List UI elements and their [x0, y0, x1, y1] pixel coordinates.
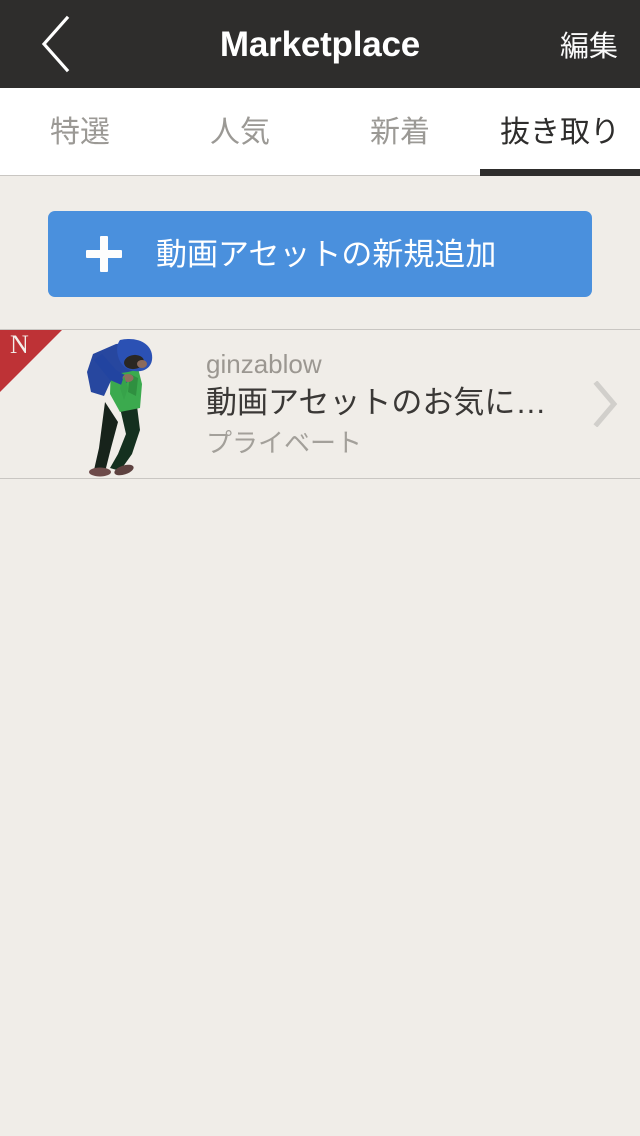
tab-new[interactable]: 新着: [320, 88, 480, 175]
chevron-right-icon: [592, 381, 618, 427]
tab-label: 特選: [50, 115, 110, 149]
tab-bar: 特選 人気 新着 抜き取り: [0, 88, 640, 176]
add-button-container: 動画アセットの新規追加: [0, 176, 640, 329]
tab-popular[interactable]: 人気: [160, 88, 320, 175]
add-button-label: 動画アセットの新規追加: [156, 236, 497, 272]
app-screen: Marketplace 編集 特選 人気 新着 抜き取り 動画アセットの新規追加: [0, 0, 640, 1136]
navigation-bar: Marketplace 編集: [0, 0, 640, 88]
tab-featured[interactable]: 特選: [0, 88, 160, 175]
asset-thumbnail: [58, 330, 188, 478]
plus-icon: [86, 236, 122, 272]
asset-privacy-status: プライベート: [206, 428, 363, 458]
asset-list: N ginzablow 動画アセットのお気に… プライベート: [0, 329, 640, 479]
back-button[interactable]: [0, 0, 110, 88]
tab-label: 人気: [210, 115, 270, 149]
page-title: Marketplace: [219, 24, 421, 64]
new-badge-ribbon: N: [0, 330, 62, 392]
asset-title: 動画アセットのお気に…: [206, 386, 547, 421]
tab-extract[interactable]: 抜き取り: [480, 88, 640, 176]
tab-label: 抜き取り: [500, 115, 620, 149]
ribbon-triangle-icon: [0, 330, 62, 392]
chevron-left-icon: [38, 15, 72, 73]
asset-text-block: ginzablow 動画アセットのお気に… プライベート: [188, 350, 570, 458]
edit-button[interactable]: 編集: [534, 0, 640, 88]
add-video-asset-button[interactable]: 動画アセットの新規追加: [48, 211, 592, 297]
content-area: 動画アセットの新規追加 N ginzablow 動画アセットのお気に… プライベ…: [0, 176, 640, 1136]
list-item[interactable]: N ginzablow 動画アセットのお気に… プライベート: [0, 330, 640, 479]
tab-label: 新着: [370, 115, 430, 149]
asset-author: ginzablow: [206, 350, 322, 380]
new-badge-label: N: [10, 330, 29, 359]
disclosure-chevron-button[interactable]: [570, 381, 640, 427]
